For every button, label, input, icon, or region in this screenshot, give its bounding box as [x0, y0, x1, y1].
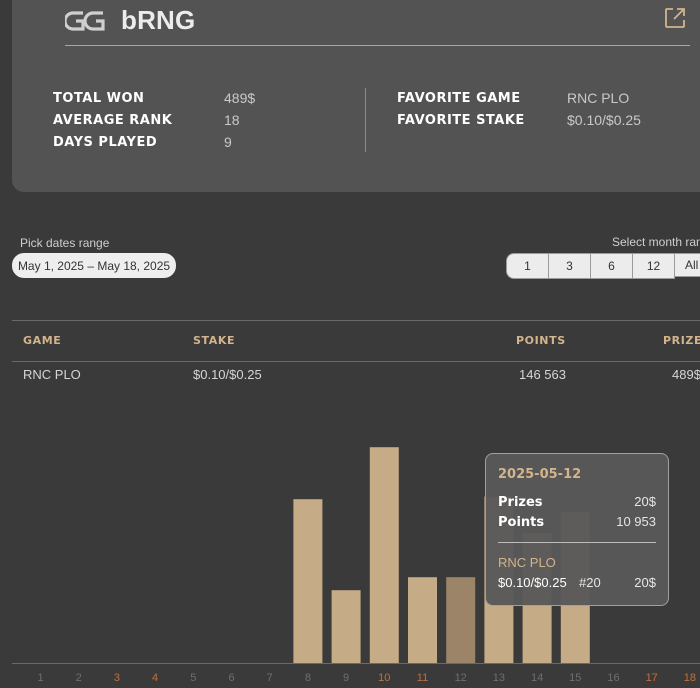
chart-bar-day-12[interactable]: [446, 577, 476, 663]
column-header-stake[interactable]: STAKE: [193, 334, 235, 347]
date-range-picker[interactable]: May 1, 2025 – May 18, 2025: [12, 253, 176, 278]
external-link-icon[interactable]: [663, 6, 687, 30]
x-tick-label-12: 12: [455, 672, 467, 684]
stat-value-favorite-game: RNC PLO: [567, 90, 630, 106]
brand-logo: bRNG: [65, 5, 195, 36]
x-tick-label-10: 10: [378, 672, 390, 684]
tooltip-rank: #20: [579, 575, 601, 590]
chart-bar-day-10[interactable]: [369, 447, 399, 663]
column-header-game[interactable]: GAME: [23, 334, 61, 347]
month-button-all[interactable]: All: [674, 253, 700, 277]
stat-value-days-played: 9: [224, 134, 232, 150]
cell-stake: $0.10/$0.25: [193, 367, 262, 382]
tooltip-points-label: Points: [498, 515, 545, 530]
cell-game: RNC PLO: [23, 367, 81, 382]
x-tick-label-13: 13: [493, 672, 505, 684]
x-tick-label-14: 14: [531, 672, 543, 684]
gg-logo-icon: [65, 10, 105, 31]
x-tick-label-5: 5: [190, 672, 196, 684]
tooltip-points-value: 10 953: [616, 514, 656, 529]
table-header-border: [12, 361, 700, 362]
month-range-selector: 1 3 6 12 All: [506, 253, 700, 279]
tooltip-game: RNC PLO: [498, 555, 556, 570]
x-tick-label-7: 7: [267, 672, 273, 684]
stat-value-favorite-stake: $0.10/$0.25: [567, 112, 641, 128]
cell-prizes: 489$: [672, 367, 700, 382]
tooltip-prizes-label: Prizes: [498, 495, 543, 510]
x-tick-label-15: 15: [569, 672, 581, 684]
tooltip-prizes-value: 20$: [634, 494, 656, 509]
stat-label-favorite-stake: FAVORITE STAKE: [397, 113, 525, 128]
stat-label-days-played: DAYS PLAYED: [53, 135, 158, 150]
x-tick-label-9: 9: [343, 672, 349, 684]
x-tick-label-18: 18: [684, 672, 696, 684]
month-button-12[interactable]: 12: [632, 253, 675, 279]
stats-divider: [365, 88, 366, 152]
x-tick-label-11: 11: [417, 672, 428, 684]
tooltip-prize: 20$: [634, 575, 656, 590]
x-tick-label-1: 1: [37, 672, 43, 684]
chart-bar-day-11[interactable]: [408, 577, 437, 663]
month-button-1[interactable]: 1: [506, 253, 549, 279]
stat-value-average-rank: 18: [224, 112, 240, 128]
x-tick-label-2: 2: [76, 672, 82, 684]
x-tick-label-16: 16: [607, 672, 619, 684]
x-tick-label-3: 3: [114, 672, 120, 684]
x-tick-label-4: 4: [152, 672, 158, 684]
chart-bar-day-8[interactable]: [293, 499, 323, 663]
player-name: bRNG: [121, 5, 196, 35]
stat-value-total-won: 489$: [224, 90, 256, 106]
tooltip-divider: [498, 542, 656, 543]
chart-tooltip: 2025-05-12 Prizes 20$ Points 10 953 RNC …: [485, 453, 669, 606]
chart-bar-day-9[interactable]: [331, 590, 361, 663]
stat-label-total-won: TOTAL WON: [53, 91, 145, 106]
x-tick-label-8: 8: [305, 672, 311, 684]
date-range-label: Pick dates range: [20, 236, 110, 250]
cell-points: 146 563: [519, 367, 566, 382]
x-tick-label-17: 17: [646, 672, 658, 684]
month-button-6[interactable]: 6: [590, 253, 633, 279]
table-top-border: [12, 320, 700, 321]
column-header-points[interactable]: POINTS: [516, 334, 566, 347]
stat-label-favorite-game: FAVORITE GAME: [397, 91, 521, 106]
stat-label-average-rank: AVERAGE RANK: [53, 113, 173, 128]
month-button-3[interactable]: 3: [548, 253, 591, 279]
column-header-prizes[interactable]: PRIZES: [663, 334, 700, 347]
tooltip-date: 2025-05-12: [498, 467, 582, 482]
tooltip-stake: $0.10/$0.25: [498, 575, 567, 590]
header-divider: [65, 45, 690, 46]
month-range-label: Select month range: [612, 235, 700, 249]
x-tick-label-6: 6: [228, 672, 234, 684]
